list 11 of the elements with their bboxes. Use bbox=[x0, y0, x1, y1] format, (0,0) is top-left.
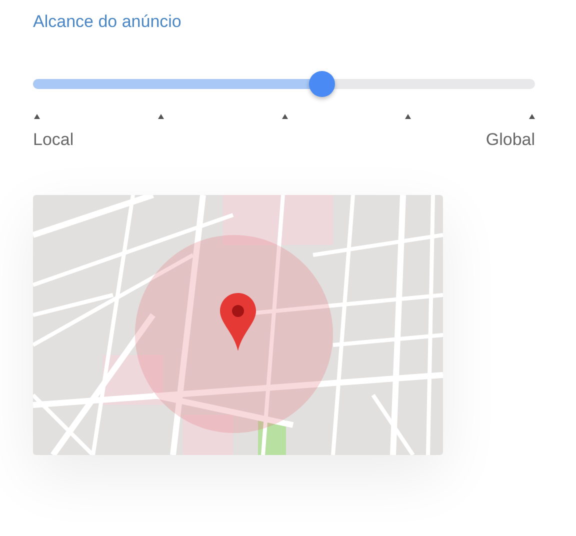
slider-track[interactable] bbox=[33, 79, 535, 89]
tick-mark-icon bbox=[282, 114, 288, 119]
max-label: Global bbox=[486, 130, 535, 150]
min-label: Local bbox=[33, 130, 74, 150]
tick-mark-icon bbox=[158, 114, 164, 119]
tick-mark-icon bbox=[34, 114, 40, 119]
slider-thumb[interactable] bbox=[309, 71, 336, 97]
tick-mark-icon bbox=[529, 114, 535, 119]
tick-mark-icon bbox=[405, 114, 412, 119]
map-pin-icon bbox=[220, 293, 256, 351]
section-title: Alcance do anúncio bbox=[33, 12, 182, 33]
